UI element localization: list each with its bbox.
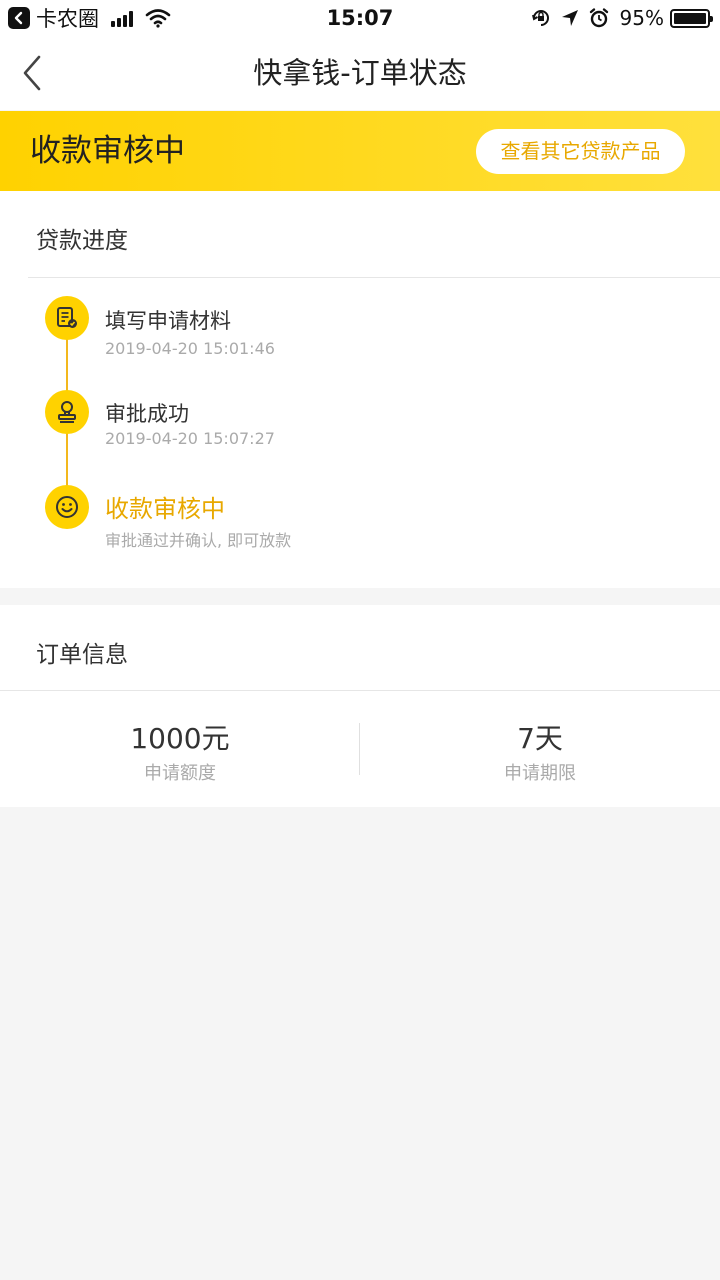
order-info-card: 订单信息 1000元 申请额度 7天 申请期限 — [0, 605, 720, 807]
smile-icon — [45, 485, 89, 529]
step-timestamp: 2019-04-20 15:01:46 — [105, 339, 275, 358]
nav-bar: 快拿钱-订单状态 — [0, 36, 720, 110]
view-other-loans-button[interactable]: 查看其它贷款产品 — [476, 129, 685, 174]
battery-percent: 95% — [619, 6, 664, 30]
step-description: 审批通过并确认, 即可放款 — [105, 531, 292, 550]
step-label-current: 收款审核中 — [105, 495, 225, 523]
alarm-icon — [588, 7, 610, 29]
status-bar: 卡农圈 15:07 95% — [0, 0, 720, 36]
progress-section-title: 贷款进度 — [36, 228, 128, 254]
order-amount: 1000元 申请额度 — [0, 691, 360, 807]
divider — [28, 277, 720, 278]
loan-progress-card: 贷款进度 填写申请材料 2019-04-20 15:01:46 审批成功 201… — [0, 191, 720, 588]
document-check-icon — [45, 296, 89, 340]
step-label: 填写申请材料 — [105, 309, 231, 333]
page-title: 快拿钱-订单状态 — [253, 56, 467, 90]
status-banner: 收款审核中 查看其它贷款产品 — [0, 111, 720, 191]
location-arrow-icon — [560, 8, 580, 28]
amount-value: 1000元 — [130, 722, 230, 755]
stamp-icon — [45, 390, 89, 434]
amount-label: 申请额度 — [144, 763, 216, 784]
order-status-title: 收款审核中 — [30, 133, 185, 169]
step-timestamp: 2019-04-20 15:07:27 — [105, 429, 275, 448]
term-value: 7天 — [517, 722, 563, 755]
term-label: 申请期限 — [504, 763, 576, 784]
order-term: 7天 申请期限 — [360, 691, 720, 807]
status-right: 95% — [522, 0, 713, 36]
rotation-lock-icon — [530, 7, 552, 29]
order-section-title: 订单信息 — [36, 642, 128, 668]
step-label: 审批成功 — [105, 402, 189, 426]
battery-icon — [670, 8, 713, 28]
